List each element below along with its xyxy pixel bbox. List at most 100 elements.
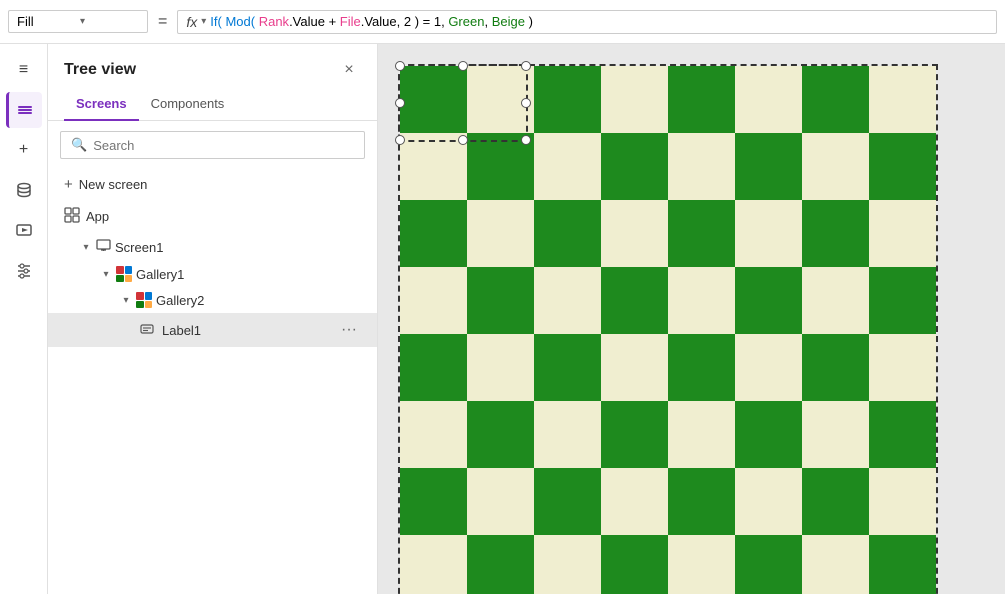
- checkerboard-cell: [400, 468, 467, 535]
- plus-icon: +: [64, 176, 73, 193]
- checkerboard-cell: [869, 334, 936, 401]
- checkerboard-cell: [400, 133, 467, 200]
- checkerboard-cell: [802, 401, 869, 468]
- app-label: App: [86, 209, 109, 224]
- checkerboard-cell: [735, 468, 802, 535]
- fx-label: fx: [186, 14, 197, 30]
- checkerboard-cell: [735, 66, 802, 133]
- screen1-label: Screen1: [115, 240, 163, 255]
- checkerboard-cell: [735, 200, 802, 267]
- checkerboard-cell: [601, 133, 668, 200]
- search-icon: 🔍: [71, 137, 87, 153]
- tree-item-gallery2[interactable]: ▾ Gallery2: [48, 287, 377, 313]
- app-icon: [64, 207, 80, 226]
- checkerboard-cell: [802, 200, 869, 267]
- controls-icon[interactable]: [6, 252, 42, 288]
- media-icon[interactable]: [6, 212, 42, 248]
- tree-panel: Tree view × Screens Components 🔍 + New s…: [48, 44, 378, 594]
- checkerboard-cell: [601, 66, 668, 133]
- checkerboard-cell: [534, 200, 601, 267]
- checkerboard-cell: [668, 535, 735, 594]
- checkerboard-cell: [869, 468, 936, 535]
- add-icon[interactable]: +: [6, 132, 42, 168]
- checkerboard-cell: [601, 334, 668, 401]
- main-area: ≡ +: [0, 44, 1005, 594]
- checkerboard-cell: [668, 401, 735, 468]
- new-screen-button[interactable]: + New screen: [48, 169, 377, 200]
- checkerboard-cell: [802, 468, 869, 535]
- checkerboard-cell: [400, 267, 467, 334]
- fill-dropdown[interactable]: Fill ▾: [8, 10, 148, 33]
- checkerboard-cell: [601, 468, 668, 535]
- tab-screens[interactable]: Screens: [64, 90, 139, 121]
- checkerboard-cell: [869, 401, 936, 468]
- checkerboard-cell: [869, 66, 936, 133]
- checkerboard-cell: [400, 200, 467, 267]
- more-button[interactable]: ···: [337, 318, 361, 342]
- tree-header: Tree view ×: [48, 44, 377, 90]
- tab-components[interactable]: Components: [139, 90, 237, 121]
- close-button[interactable]: ×: [337, 58, 361, 82]
- canvas-area: [378, 44, 1005, 594]
- checkerboard-cell: [802, 334, 869, 401]
- layers-icon[interactable]: [6, 92, 42, 128]
- checkerboard-cell: [735, 401, 802, 468]
- chevron-down-icon: ▾: [100, 269, 112, 280]
- checkerboard-cell: [467, 468, 534, 535]
- gallery1-color-icon: [116, 266, 132, 282]
- equals-sign: =: [154, 13, 171, 31]
- checkerboard-cell: [869, 133, 936, 200]
- checkerboard-cell: [735, 535, 802, 594]
- chevron-down-icon: ▾: [80, 242, 92, 253]
- checkerboard-cell: [802, 267, 869, 334]
- checkerboard-cell: [802, 66, 869, 133]
- checkerboard-cell: [869, 200, 936, 267]
- checkerboard-cell: [534, 468, 601, 535]
- tree-item-label1[interactable]: Label1 ···: [48, 313, 377, 347]
- checkerboard-cell: [735, 267, 802, 334]
- checkerboard-cell: [534, 334, 601, 401]
- checkerboard-cell: [534, 66, 601, 133]
- checkerboard-cell: [668, 200, 735, 267]
- checkerboard-cell: [467, 133, 534, 200]
- fill-label: Fill: [17, 14, 76, 29]
- search-input[interactable]: [93, 138, 354, 153]
- tree-title: Tree view: [64, 61, 136, 79]
- label1-label: Label1: [162, 323, 201, 338]
- checkerboard-cell: [735, 133, 802, 200]
- checkerboard-cell: [467, 200, 534, 267]
- tree-item-gallery1[interactable]: ▾ Gallery1: [48, 261, 377, 287]
- formula-bar: fx ▾ If( Mod( Rank.Value + File.Value, 2…: [177, 10, 997, 34]
- checkerboard-cell: [534, 535, 601, 594]
- tree-items: ▾ Screen1 ▾: [48, 233, 377, 594]
- menu-icon[interactable]: ≡: [6, 52, 42, 88]
- checkerboard-cell: [601, 200, 668, 267]
- checkerboard-cell: [534, 133, 601, 200]
- checkerboard-cell: [467, 66, 534, 133]
- checkerboard-cell: [668, 133, 735, 200]
- label-icon: [140, 322, 154, 339]
- checkerboard-cell: [467, 267, 534, 334]
- fill-chevron-icon: ▾: [80, 16, 139, 27]
- formula-text: If( Mod( Rank.Value + File.Value, 2 ) = …: [210, 14, 533, 29]
- checkerboard-cell: [601, 267, 668, 334]
- gallery2-color-icon: [136, 292, 152, 308]
- checkerboard-cell: [400, 401, 467, 468]
- search-bar: 🔍: [60, 131, 365, 159]
- app-row[interactable]: App: [48, 200, 377, 233]
- checkerboard-cell: [400, 334, 467, 401]
- checkerboard-cell: [869, 535, 936, 594]
- checkerboard-container: [398, 64, 938, 594]
- checkerboard-cell: [467, 401, 534, 468]
- checkerboard-cell: [668, 468, 735, 535]
- checkerboard-cell: [467, 334, 534, 401]
- data-icon[interactable]: [6, 172, 42, 208]
- left-toolbar: ≡ +: [0, 44, 48, 594]
- checkerboard-cell: [869, 267, 936, 334]
- screen-icon: [96, 238, 111, 256]
- checkerboard-cell: [400, 66, 467, 133]
- tree-item-screen1[interactable]: ▾ Screen1: [48, 233, 377, 261]
- checkerboard-cell: [735, 334, 802, 401]
- checkerboard-cell: [668, 66, 735, 133]
- checkerboard-cell: [534, 401, 601, 468]
